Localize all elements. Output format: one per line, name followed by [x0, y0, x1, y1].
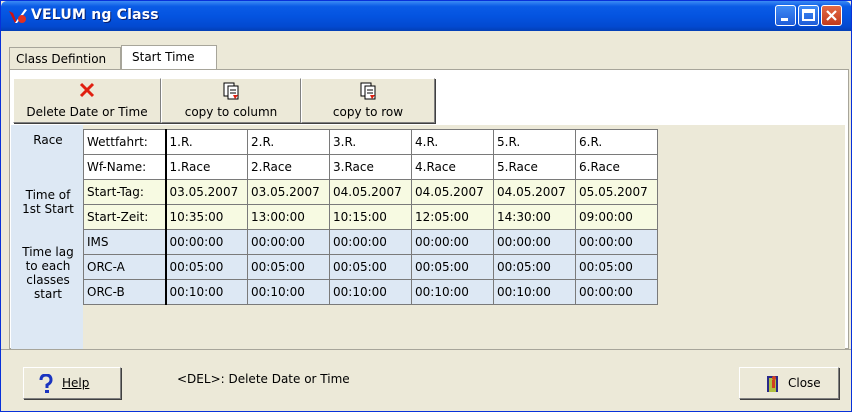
grid-cell[interactable]: 3.R.	[329, 129, 412, 155]
keyboard-hint: <DEL>: Delete Date or Time	[177, 372, 350, 386]
grid-cell[interactable]: 00:00:00	[247, 229, 330, 255]
grid-cell[interactable]: 00:00:00	[165, 229, 248, 255]
grid-cell[interactable]: 00:05:00	[575, 254, 658, 280]
maximize-button[interactable]	[798, 5, 819, 26]
grid-cell[interactable]: 10:15:00	[329, 204, 412, 230]
grid-cell[interactable]: 00:05:00	[165, 254, 248, 280]
grid-cell[interactable]: 2.Race	[247, 154, 330, 180]
grid-cell[interactable]: 5.R.	[493, 129, 576, 155]
grid-cell[interactable]: 00:00:00	[329, 229, 412, 255]
tab-start-time-label: Start Time	[132, 50, 195, 64]
exit-door-icon	[767, 376, 778, 392]
row-label-ims: IMS	[83, 229, 167, 255]
row-label-start-tag: Start-Tag:	[83, 179, 167, 205]
grid-cell[interactable]: 04.05.2007	[411, 179, 494, 205]
title-bar[interactable]: VELUM ng Class	[1, 1, 851, 31]
copy-document-icon	[223, 82, 239, 100]
grid-cell[interactable]: 1.Race	[165, 154, 248, 180]
footer-bar	[1, 349, 851, 412]
time-of-first-start-label: Time of 1st Start	[22, 188, 74, 216]
copy-to-column-button[interactable]: copy to column	[161, 78, 301, 123]
grid-cell[interactable]: 00:10:00	[329, 279, 412, 305]
grid-cell[interactable]: 13:00:00	[247, 204, 330, 230]
grid-cell[interactable]: 03.05.2007	[247, 179, 330, 205]
side-label-column	[11, 125, 83, 349]
grid-cell[interactable]: 00:05:00	[329, 254, 412, 280]
grid-cell[interactable]: 00:10:00	[247, 279, 330, 305]
close-x-icon	[826, 10, 837, 21]
grid-cell[interactable]: 14:30:00	[493, 204, 576, 230]
copy-row-label: copy to row	[332, 105, 404, 119]
race-side-label: Race	[33, 133, 63, 147]
help-button[interactable]: Help	[23, 367, 121, 399]
delete-label: Delete Date or Time	[26, 105, 148, 119]
close-button[interactable]: Close	[739, 367, 839, 399]
minimize-icon	[781, 18, 788, 21]
grid-cell[interactable]: 12:05:00	[411, 204, 494, 230]
row-label-orc-b: ORC-B	[83, 279, 167, 305]
row-label-wf-name: Wf-Name:	[83, 154, 167, 180]
grid-cell[interactable]: 09:00:00	[575, 204, 658, 230]
grid-cell[interactable]: 4.R.	[411, 129, 494, 155]
table-row: Start-Tag: 03.05.2007 03.05.2007 04.05.2…	[83, 179, 658, 205]
start-time-grid: Wettfahrt: 1.R. 2.R. 3.R. 4.R. 5.R. 6.R.…	[83, 129, 658, 305]
row-label-start-zeit: Start-Zeit:	[83, 204, 167, 230]
question-mark-icon	[39, 374, 53, 393]
grid-cell[interactable]: 00:10:00	[493, 279, 576, 305]
grid-cell[interactable]: 3.Race	[329, 154, 412, 180]
minimize-button[interactable]	[775, 5, 796, 26]
table-row: ORC-A 00:05:00 00:05:00 00:05:00 00:05:0…	[83, 254, 658, 280]
help-label: Help	[62, 376, 90, 390]
grid-cell[interactable]: 00:05:00	[493, 254, 576, 280]
grid-cell[interactable]: 2.R.	[247, 129, 330, 155]
grid-cell[interactable]: 00:00:00	[575, 229, 658, 255]
grid-cell[interactable]: 6.Race	[575, 154, 658, 180]
close-window-button[interactable]	[821, 5, 842, 26]
window-title: VELUM ng Class	[31, 7, 159, 23]
table-row: Start-Zeit: 10:35:00 13:00:00 10:15:00 1…	[83, 204, 658, 230]
grid-cell[interactable]: 1.R.	[165, 129, 248, 155]
copy-document-icon	[360, 82, 376, 100]
grid-cell[interactable]: 03.05.2007	[165, 179, 248, 205]
red-x-delete-icon	[79, 82, 95, 98]
grid-cell[interactable]: 00:05:00	[247, 254, 330, 280]
grid-cell[interactable]: 00:00:00	[575, 279, 658, 305]
table-row: IMS 00:00:00 00:00:00 00:00:00 00:00:00 …	[83, 229, 658, 255]
table-row: ORC-B 00:10:00 00:10:00 00:10:00 00:10:0…	[83, 279, 658, 305]
maximize-icon	[802, 9, 815, 21]
copy-to-row-button[interactable]: copy to row	[301, 78, 435, 123]
grid-cell[interactable]: 04.05.2007	[493, 179, 576, 205]
app-window: VELUM ng Class Class Defintion Start Tim…	[0, 0, 852, 412]
grid-cell[interactable]: 00:05:00	[411, 254, 494, 280]
row-label-orc-a: ORC-A	[83, 254, 167, 280]
row-label-wettfahrt: Wettfahrt:	[83, 129, 167, 155]
table-row: Wettfahrt: 1.R. 2.R. 3.R. 4.R. 5.R. 6.R.	[83, 129, 658, 155]
tab-start-time[interactable]: Start Time	[121, 45, 217, 70]
grid-cell[interactable]: 5.Race	[493, 154, 576, 180]
grid-cell[interactable]: 4.Race	[411, 154, 494, 180]
grid-cell[interactable]: 00:10:00	[165, 279, 248, 305]
grid-cell[interactable]: 00:10:00	[411, 279, 494, 305]
table-row: Wf-Name: 1.Race 2.Race 3.Race 4.Race 5.R…	[83, 154, 658, 180]
delete-date-or-time-button[interactable]: Delete Date or Time	[13, 78, 161, 123]
grid-cell[interactable]: 00:00:00	[493, 229, 576, 255]
grid-cell[interactable]: 05.05.2007	[575, 179, 658, 205]
velum-logo-icon	[9, 9, 27, 23]
time-lag-label: Time lag to each classes start	[22, 245, 74, 301]
tab-class-definition[interactable]: Class Defintion	[9, 47, 121, 69]
grid-cell[interactable]: 04.05.2007	[329, 179, 412, 205]
copy-column-label: copy to column	[184, 105, 278, 119]
close-label: Close	[788, 376, 821, 390]
grid-cell[interactable]: 00:00:00	[411, 229, 494, 255]
grid-cell[interactable]: 6.R.	[575, 129, 658, 155]
grid-cell[interactable]: 10:35:00	[165, 204, 248, 230]
